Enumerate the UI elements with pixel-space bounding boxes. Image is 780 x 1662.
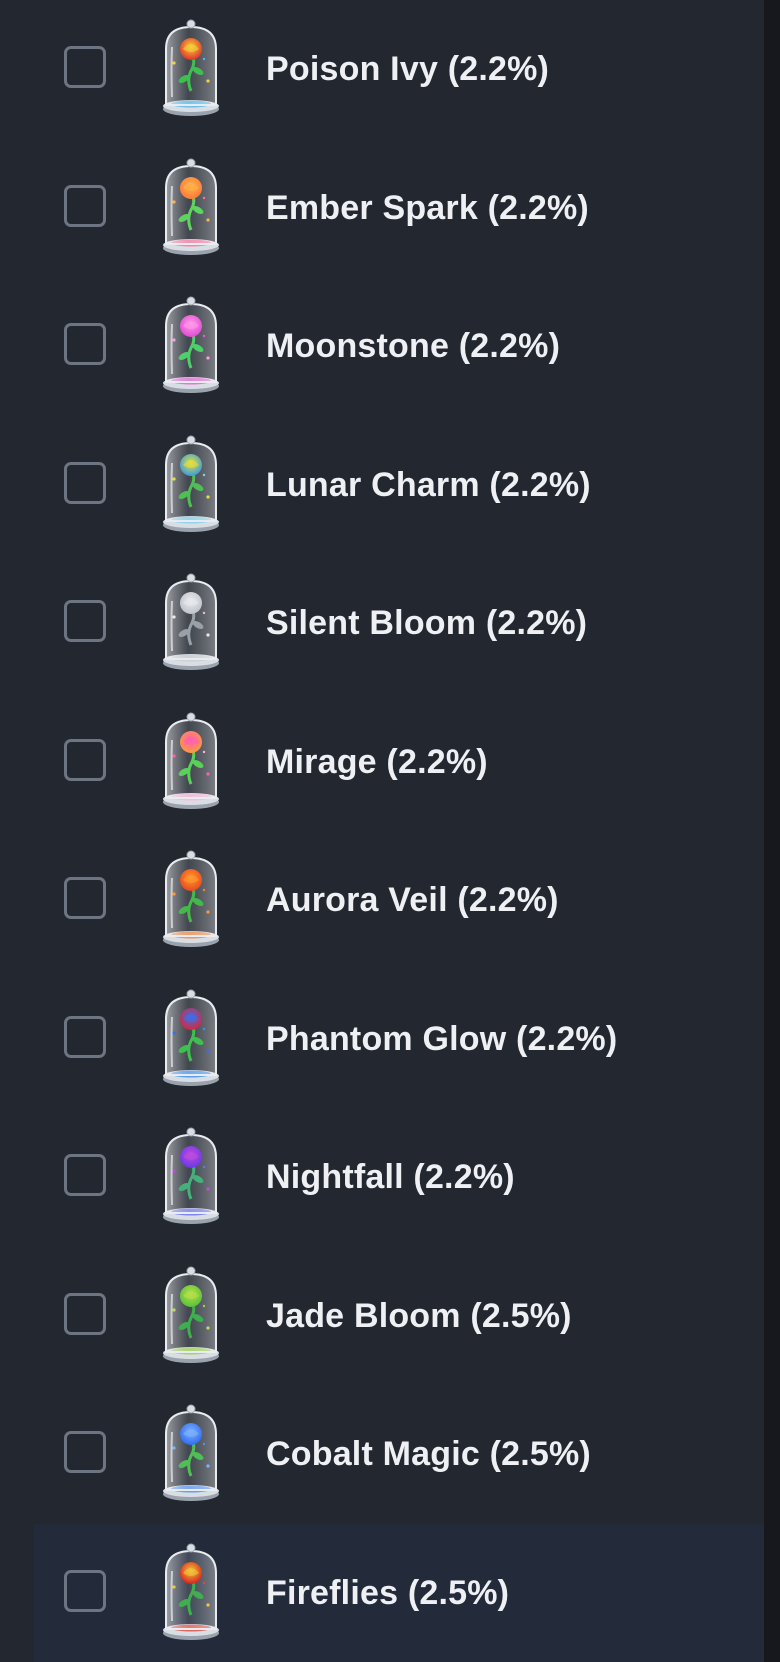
rose-in-glass-dome-icon — [158, 1404, 224, 1504]
list-item[interactable]: Phantom Glow (2.2%) — [0, 970, 764, 1109]
item-checkbox[interactable] — [64, 323, 106, 366]
item-checkbox[interactable] — [64, 600, 106, 643]
item-checkbox[interactable] — [64, 46, 106, 89]
item-list: Poison Ivy (2.2%) Ember Spark (2.2%) Moo… — [0, 0, 764, 1662]
item-label: Mirage (2.2%) — [266, 742, 488, 781]
list-item[interactable]: Silent Bloom (2.2%) — [0, 554, 764, 693]
item-checkbox[interactable] — [64, 1154, 106, 1197]
list-item[interactable]: Aurora Veil (2.2%) — [0, 831, 764, 970]
list-item[interactable]: Lunar Charm (2.2%) — [0, 416, 764, 555]
rose-in-glass-dome-icon — [158, 989, 224, 1089]
item-label: Phantom Glow (2.2%) — [266, 1019, 618, 1058]
list-item[interactable]: Cobalt Magic (2.5%) — [0, 1385, 764, 1524]
list-item[interactable]: Moonstone (2.2%) — [0, 277, 764, 416]
list-item[interactable]: Poison Ivy (2.2%) — [0, 0, 764, 139]
rose-in-glass-dome-icon — [158, 296, 224, 396]
item-label: Poison Ivy (2.2%) — [266, 50, 550, 89]
rose-in-glass-dome-icon — [158, 19, 224, 119]
rose-in-glass-dome-icon — [158, 1543, 224, 1643]
rose-in-glass-dome-icon — [158, 712, 224, 812]
item-checkbox[interactable] — [64, 1015, 106, 1058]
item-checkbox[interactable] — [64, 184, 106, 227]
item-label: Aurora Veil (2.2%) — [266, 881, 559, 920]
rose-in-glass-dome-icon — [158, 573, 224, 673]
rose-in-glass-dome-icon — [158, 435, 224, 535]
rose-in-glass-dome-icon — [158, 850, 224, 950]
item-label: Ember Spark (2.2%) — [266, 188, 589, 227]
item-checkbox[interactable] — [64, 1569, 106, 1612]
item-checkbox[interactable] — [64, 877, 106, 920]
item-label: Cobalt Magic (2.5%) — [266, 1435, 591, 1474]
item-label: Moonstone (2.2%) — [266, 327, 561, 366]
list-item[interactable]: Jade Bloom (2.5%) — [0, 1247, 764, 1386]
item-checkbox[interactable] — [64, 1292, 106, 1335]
item-label: Silent Bloom (2.2%) — [266, 604, 588, 643]
item-checkbox[interactable] — [64, 1431, 106, 1474]
item-checkbox[interactable] — [64, 738, 106, 781]
rose-in-glass-dome-icon — [158, 158, 224, 258]
item-label: Fireflies (2.5%) — [266, 1573, 510, 1612]
list-item[interactable]: Ember Spark (2.2%) — [0, 139, 764, 278]
item-label: Jade Bloom (2.5%) — [266, 1296, 572, 1335]
list-item[interactable]: Nightfall (2.2%) — [0, 1108, 764, 1247]
panel-edge — [764, 0, 780, 1662]
item-checkbox[interactable] — [64, 461, 106, 504]
item-label: Lunar Charm (2.2%) — [266, 465, 591, 504]
rose-in-glass-dome-icon — [158, 1127, 224, 1227]
item-label: Nightfall (2.2%) — [266, 1158, 515, 1197]
list-item[interactable]: Mirage (2.2%) — [0, 693, 764, 832]
list-item[interactable]: Fireflies (2.5%) — [34, 1523, 764, 1662]
rose-in-glass-dome-icon — [158, 1266, 224, 1366]
